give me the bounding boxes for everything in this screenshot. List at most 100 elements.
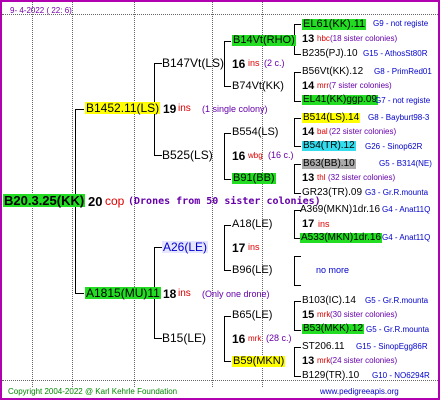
connector bbox=[154, 63, 162, 64]
connector bbox=[224, 133, 231, 134]
connector bbox=[294, 256, 301, 257]
gen4-mark: ins bbox=[318, 219, 330, 229]
dam-mother[interactable]: B15(LE) bbox=[162, 332, 206, 344]
dam-queen[interactable]: A1815(MU)11 bbox=[85, 287, 161, 299]
gen4-mark: mrk bbox=[317, 310, 331, 319]
no-more-label: no more bbox=[316, 265, 350, 275]
dam-note: (Only one drone) bbox=[202, 289, 270, 299]
connector bbox=[294, 118, 295, 147]
gen4-queen[interactable]: B56Vt(KK).12 bbox=[302, 67, 363, 77]
gen3-queen[interactable]: B74Vt(KK) bbox=[232, 81, 284, 92]
connector bbox=[224, 361, 231, 362]
connector bbox=[154, 155, 162, 156]
gen4-queen[interactable]: B53(MKK).12 bbox=[302, 324, 365, 334]
sire-mother[interactable]: B525(LS) bbox=[162, 149, 213, 161]
gen4-code: G10 - NO6294R bbox=[372, 371, 430, 380]
connector bbox=[224, 41, 225, 87]
gen3-queen[interactable]: B59(MKN) bbox=[232, 356, 286, 367]
gen4-count: 15 bbox=[302, 309, 315, 321]
tree-dotted-line bbox=[262, 2, 263, 387]
connector bbox=[154, 338, 162, 339]
tree-dotted-line bbox=[2, 380, 438, 381]
pedigree-chart: 9- 4-2022 ( 22: 6) Copyright 2004-2022 @… bbox=[0, 0, 440, 400]
gen4-queen[interactable]: ST206.11 bbox=[302, 342, 345, 352]
gen3-queen[interactable]: B65(LE) bbox=[232, 310, 272, 321]
gen4-count: 13 bbox=[302, 355, 315, 367]
gen4-note: (24 sister colonies) bbox=[330, 356, 398, 365]
tree-dotted-line bbox=[134, 2, 135, 387]
gen4-mark: bal bbox=[317, 127, 328, 136]
gen4-code: G15 - SinopEgg86R bbox=[356, 342, 428, 351]
sire-mother-count: 16 bbox=[232, 149, 246, 163]
gen4-count: 14 bbox=[302, 80, 315, 92]
gen4-queen[interactable]: B54(TR).12 bbox=[302, 141, 356, 151]
gen4-code: G8 - PrimRed01 bbox=[374, 67, 432, 76]
gen4-queen[interactable]: GR23(TR).09 bbox=[302, 188, 362, 198]
gen4-queen[interactable]: B129(TR).10 bbox=[302, 371, 359, 381]
connector bbox=[224, 86, 231, 87]
connector bbox=[294, 285, 301, 286]
connector bbox=[294, 376, 301, 377]
gen4-queen[interactable]: A533(MKN)1dr.16 bbox=[300, 233, 383, 243]
gen3-queen[interactable]: B554(LS) bbox=[232, 127, 278, 138]
connector bbox=[75, 109, 84, 110]
gen4-mark: mrk bbox=[317, 356, 331, 365]
gen3-queen[interactable]: B96(LE) bbox=[232, 265, 272, 276]
sire-father-mark: ins bbox=[248, 58, 260, 68]
gen4-code: G5 - Gr.R.mounta bbox=[366, 325, 430, 334]
gen4-count: 13 bbox=[302, 33, 315, 45]
gen4-queen[interactable]: B63(BB).10 bbox=[302, 159, 356, 169]
dam-father[interactable]: A26(LE) bbox=[162, 241, 209, 253]
sire-father[interactable]: B147Vt(LS) bbox=[162, 57, 224, 69]
gen4-code: G8 - Bayburt98-3 bbox=[368, 113, 430, 122]
gen4-count: 17 bbox=[302, 218, 315, 230]
gen3-queen[interactable]: B14Vt(RHO) bbox=[232, 35, 296, 46]
gen4-mark: hbc bbox=[317, 34, 330, 43]
connector bbox=[294, 193, 301, 194]
connector bbox=[294, 72, 301, 73]
root-count: 20 bbox=[88, 194, 103, 209]
gen4-queen[interactable]: B514(LS).14 bbox=[302, 113, 361, 123]
gen4-note: (18 sister colonies) bbox=[330, 34, 398, 43]
gen4-code: G26 - Sinop62R bbox=[365, 142, 423, 151]
gen3-queen[interactable]: B91(BB) bbox=[232, 173, 276, 184]
gen4-code: G4 - Anat11Q bbox=[382, 233, 431, 242]
gen4-queen[interactable]: B103(IC).14 bbox=[302, 296, 356, 306]
site-footer: www.pedigreeapis.org bbox=[320, 387, 399, 396]
connector bbox=[294, 118, 301, 119]
gen4-queen[interactable]: EL41(KK)ggp.09 bbox=[302, 95, 378, 105]
connector bbox=[294, 301, 295, 331]
gen4-code: G9 - not registe bbox=[373, 19, 429, 28]
gen4-note: (22 sister colonies) bbox=[329, 127, 397, 136]
tree-dotted-line bbox=[2, 14, 438, 15]
gen3-queen[interactable]: A18(LE) bbox=[232, 219, 272, 230]
sire-queen[interactable]: B1452.11(LS) bbox=[85, 102, 161, 114]
gen4-queen[interactable]: EL61(KK).11 bbox=[302, 19, 367, 30]
dam-count: 18 bbox=[163, 287, 177, 301]
gen4-code: G4 - Anat11Q bbox=[382, 205, 431, 214]
dam-mark: ins bbox=[178, 288, 191, 299]
connector bbox=[224, 225, 231, 226]
gen4-code: G7 - not registe bbox=[375, 96, 431, 105]
gen4-queen[interactable]: A369(MKN)1dr.16 bbox=[300, 205, 380, 215]
connector bbox=[294, 146, 301, 147]
copyright-footer: Copyright 2004-2022 @ Karl Kehrle Founda… bbox=[8, 387, 178, 396]
connector bbox=[224, 316, 231, 317]
connector bbox=[224, 179, 231, 180]
connector bbox=[224, 316, 225, 362]
connector bbox=[154, 247, 162, 248]
root-queen[interactable]: B20.3.25(KK) bbox=[3, 194, 86, 207]
connector bbox=[224, 270, 231, 271]
sire-mother-mark: wbg bbox=[248, 151, 263, 160]
gen4-note: (30 sister colonies) bbox=[330, 310, 398, 319]
dam-father-mark: ins bbox=[248, 242, 260, 252]
gen4-count: 14 bbox=[302, 126, 315, 138]
sire-note: (1 single colony) bbox=[202, 104, 268, 114]
gen4-queen[interactable]: B235(PJ).10 bbox=[302, 49, 358, 59]
dam-mother-count: 16 bbox=[232, 332, 246, 346]
dam-mother-mark: mrk bbox=[248, 334, 262, 343]
gen4-mark: mrr bbox=[317, 81, 329, 90]
connector bbox=[294, 24, 301, 25]
connector bbox=[294, 164, 295, 194]
connector bbox=[294, 256, 295, 286]
